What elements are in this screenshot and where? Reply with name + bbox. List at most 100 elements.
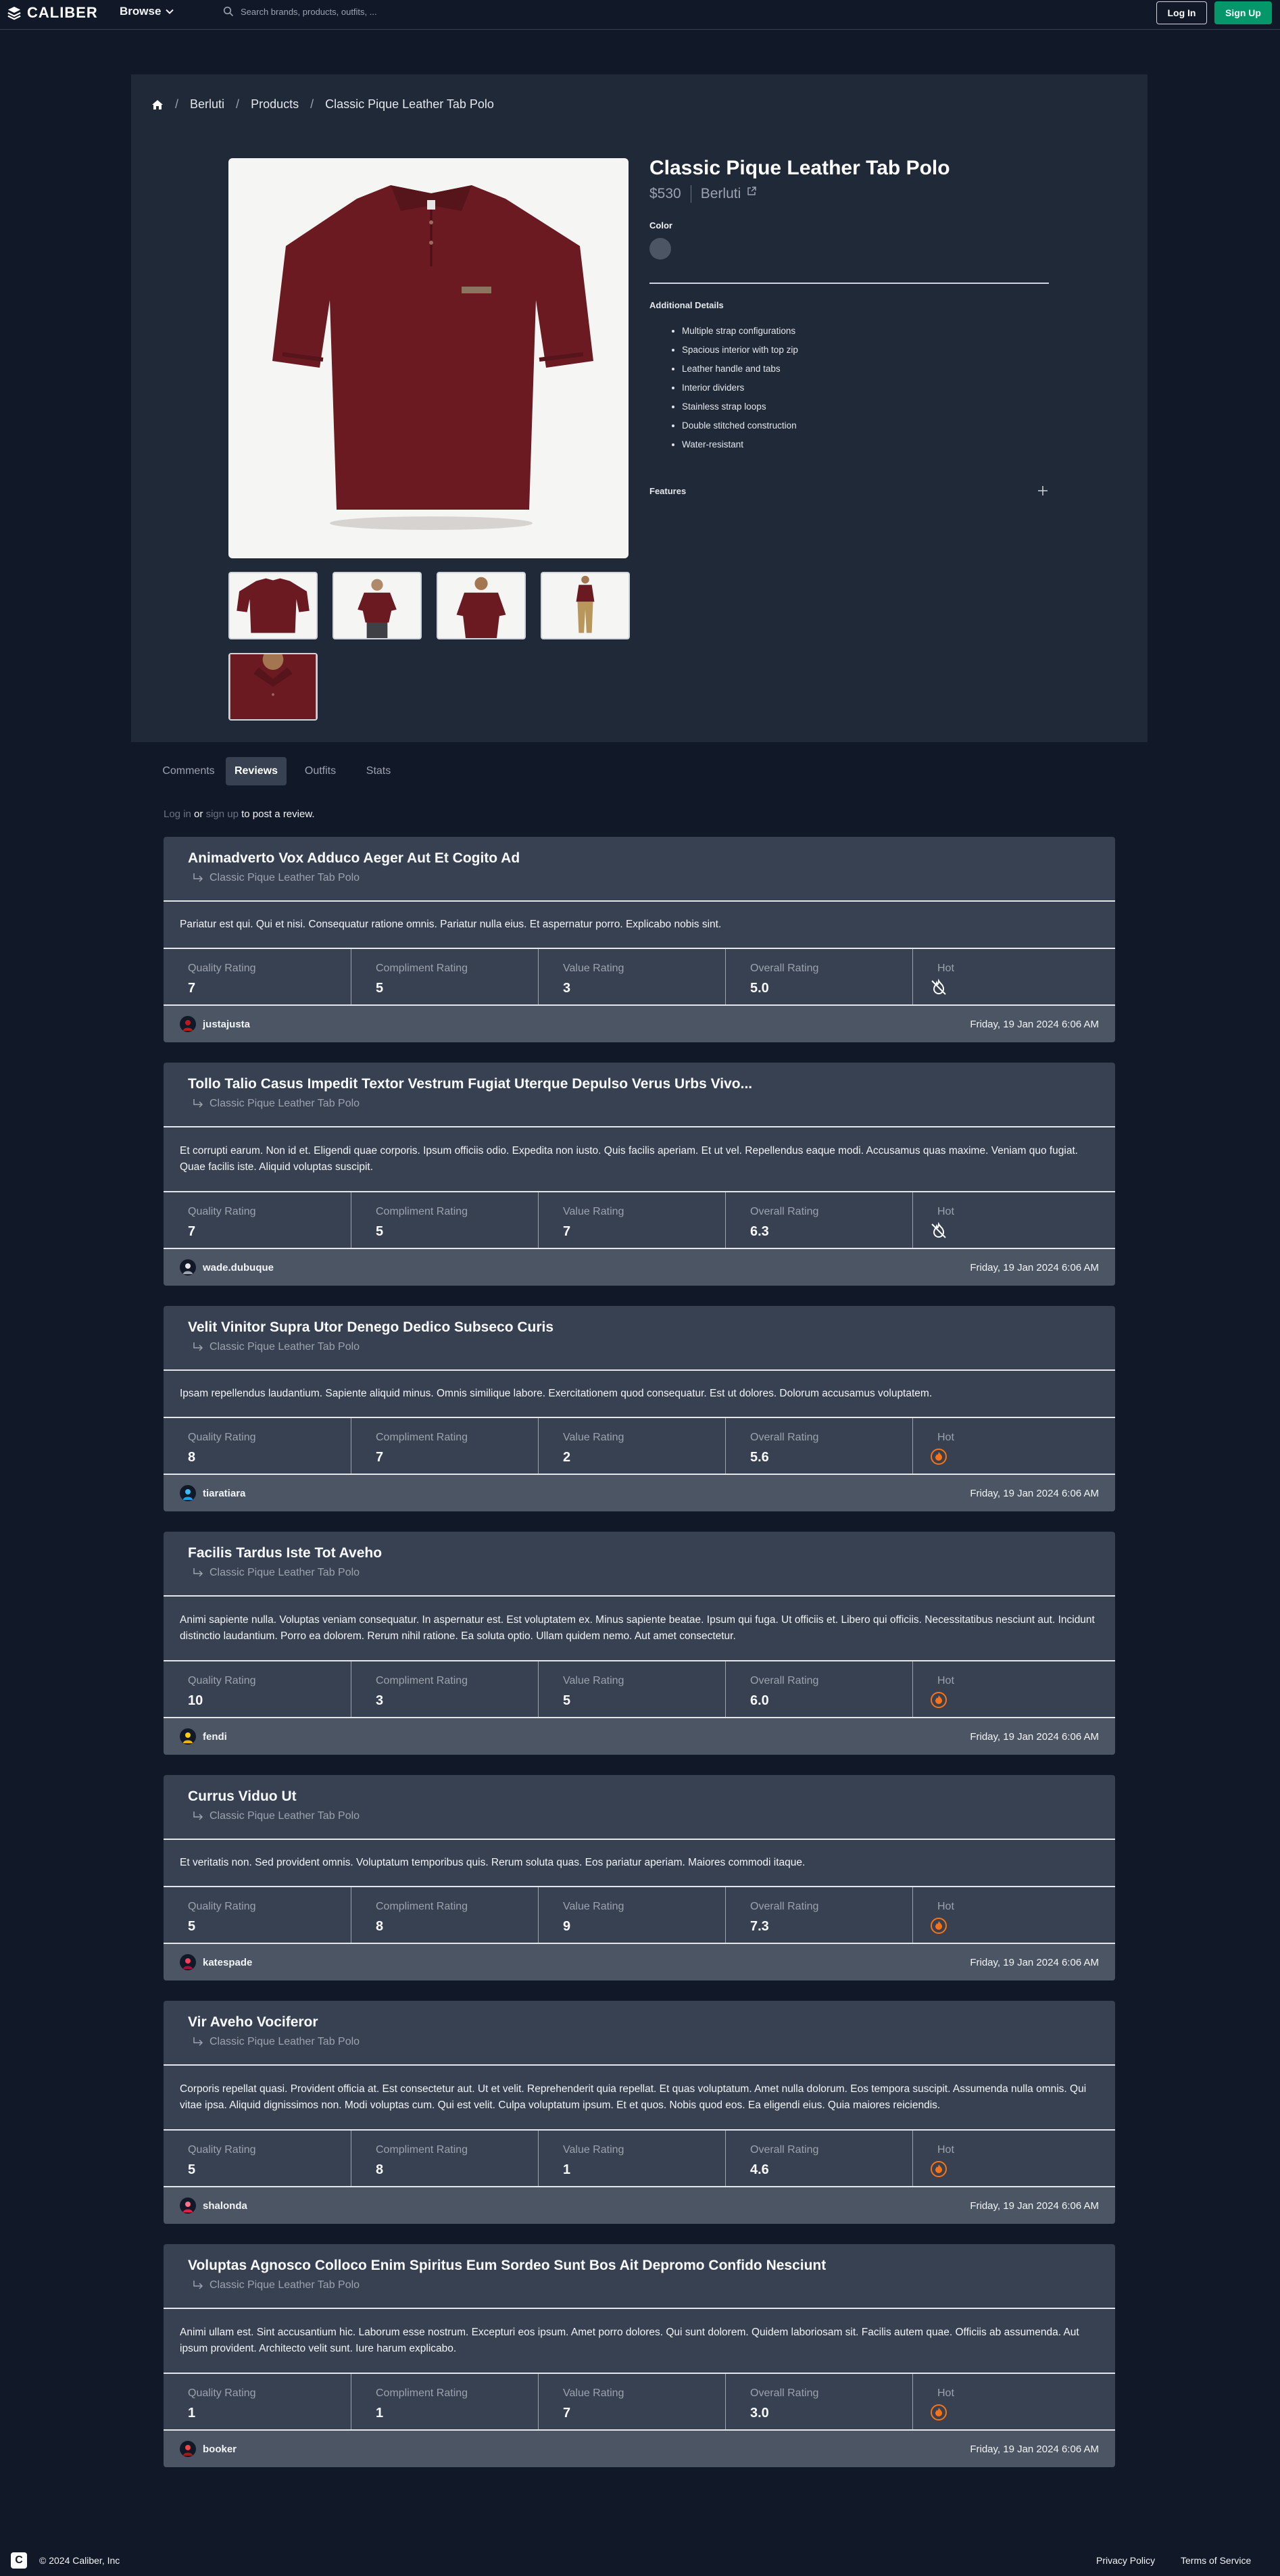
hot-rating: Hot <box>913 1418 1115 1474</box>
overall-rating: Overall Rating 3.0 <box>726 2374 913 2429</box>
quality-rating: Quality Rating 7 <box>164 1192 351 1248</box>
tab-comments[interactable]: Comments <box>151 757 226 785</box>
review-author-name: tiaratiara <box>203 1487 246 1499</box>
review-product-ref[interactable]: Classic Pique Leather Tab Polo <box>192 1567 360 1579</box>
footer-logo[interactable]: C <box>11 2552 27 2569</box>
tab-outfits[interactable]: Outfits <box>287 757 354 785</box>
compliment-rating: Compliment Rating 3 <box>351 1661 539 1717</box>
review-author[interactable]: wade.dubuque <box>180 1259 274 1275</box>
signup-link[interactable]: sign up <box>206 808 239 820</box>
review-card: Velit Vinitor Supra Utor Denego Dedico S… <box>164 1306 1115 1511</box>
review-product-name: Classic Pique Leather Tab Polo <box>210 2279 360 2291</box>
review-title[interactable]: Velit Vinitor Supra Utor Denego Dedico S… <box>188 1319 553 1336</box>
review-author[interactable]: justajusta <box>180 1016 250 1032</box>
not-hot-icon[interactable] <box>930 979 947 996</box>
copyright: © 2024 Caliber, Inc <box>39 2555 120 2566</box>
terms-of-service-link[interactable]: Terms of Service <box>1181 2555 1251 2566</box>
reply-arrow-icon <box>193 1342 203 1351</box>
or-text: or <box>194 808 203 820</box>
review-card: Facilis Tardus Iste Tot Aveho Classic Pi… <box>164 1532 1115 1755</box>
reply-arrow-icon <box>193 1568 203 1577</box>
flame-icon[interactable] <box>930 1917 947 1935</box>
external-link-icon[interactable] <box>746 186 757 197</box>
search-input[interactable] <box>241 6 619 17</box>
review-title[interactable]: Voluptas Agnosco Colloco Enim Spiritus E… <box>188 2258 826 2274</box>
review-ratings: Quality Rating 5 Compliment Rating 8 Val… <box>164 2131 1115 2187</box>
review-product-ref[interactable]: Classic Pique Leather Tab Polo <box>192 2279 360 2291</box>
value-rating-value: 9 <box>563 1919 571 1934</box>
thumbnail-4[interactable] <box>541 572 630 639</box>
value-rating-label: Value Rating <box>563 2144 624 2156</box>
breadcrumb-brand[interactable]: Berluti <box>190 97 224 112</box>
value-rating-value: 2 <box>563 1450 571 1465</box>
thumbnail-2[interactable] <box>333 572 422 639</box>
browse-menu-button[interactable]: Browse <box>120 4 174 19</box>
quality-rating: Quality Rating 5 <box>164 1887 351 1943</box>
quality-rating: Quality Rating 5 <box>164 2131 351 2186</box>
review-ratings: Quality Rating 8 Compliment Rating 7 Val… <box>164 1418 1115 1475</box>
review-title[interactable]: Animadverto Vox Adduco Aeger Aut Et Cogi… <box>188 850 520 867</box>
signup-button[interactable]: Sign Up <box>1214 1 1272 24</box>
breadcrumb-products[interactable]: Products <box>251 97 299 112</box>
thumbnail-5[interactable] <box>228 653 318 721</box>
overall-rating-label: Overall Rating <box>750 2387 819 2399</box>
review-card: Currus Viduo Ut Classic Pique Leather Ta… <box>164 1775 1115 1980</box>
review-product-ref[interactable]: Classic Pique Leather Tab Polo <box>192 1098 360 1110</box>
review-product-ref[interactable]: Classic Pique Leather Tab Polo <box>192 1810 360 1822</box>
polo-front-thumbnail <box>237 578 310 633</box>
product-main-image[interactable] <box>228 158 629 558</box>
flame-icon[interactable] <box>930 1448 947 1465</box>
tab-reviews[interactable]: Reviews <box>226 757 287 785</box>
review-title[interactable]: Facilis Tardus Iste Tot Aveho <box>188 1545 382 1561</box>
login-link[interactable]: Log in <box>164 808 191 820</box>
features-accordion[interactable]: Features <box>649 483 1049 499</box>
flame-icon[interactable] <box>930 2160 947 2178</box>
review-product-ref[interactable]: Classic Pique Leather Tab Polo <box>192 1341 360 1353</box>
review-author[interactable]: tiaratiara <box>180 1485 245 1501</box>
compliment-rating-value: 1 <box>376 2406 384 2421</box>
review-author[interactable]: katespade <box>180 1954 252 1970</box>
top-nav: CALIBER Browse Log In Sign Up <box>0 0 1280 30</box>
product-title: Classic Pique Leather Tab Polo <box>649 157 950 179</box>
compliment-rating: Compliment Rating 8 <box>351 1887 539 1943</box>
review-title[interactable]: Currus Viduo Ut <box>188 1789 297 1805</box>
thumbnail-1[interactable] <box>228 572 318 639</box>
review-title[interactable]: Vir Aveho Vociferor <box>188 2014 318 2031</box>
review-author[interactable]: booker <box>180 2441 237 2457</box>
model-closeup-thumbnail <box>456 577 506 638</box>
value-rating-label: Value Rating <box>563 963 624 974</box>
thumbnail-3[interactable] <box>437 572 526 639</box>
flame-icon[interactable] <box>930 1691 947 1709</box>
review-body: Animi sapiente nulla. Voluptas veniam co… <box>164 1597 1115 1661</box>
flame-icon[interactable] <box>930 2404 947 2421</box>
review-author[interactable]: shalonda <box>180 2197 247 2214</box>
hot-rating: Hot <box>913 949 1115 1004</box>
review-author[interactable]: fendi <box>180 1728 227 1745</box>
review-header: Tollo Talio Casus Impedit Textor Vestrum… <box>164 1063 1115 1127</box>
login-button[interactable]: Log In <box>1156 1 1207 24</box>
review-date: Friday, 19 Jan 2024 6:06 AM <box>970 1261 1099 1273</box>
tab-stats[interactable]: Stats <box>354 757 403 785</box>
breadcrumb-separator: / <box>236 97 240 111</box>
not-hot-icon[interactable] <box>930 1222 947 1240</box>
review-product-name: Classic Pique Leather Tab Polo <box>210 872 360 883</box>
product-brand-link[interactable]: Berluti <box>701 186 741 202</box>
review-author-name: fendi <box>203 1730 227 1743</box>
privacy-policy-link[interactable]: Privacy Policy <box>1096 2555 1155 2566</box>
home-icon[interactable] <box>151 99 164 111</box>
review-title[interactable]: Tollo Talio Casus Impedit Textor Vestrum… <box>188 1076 752 1092</box>
breadcrumb-current[interactable]: Classic Pique Leather Tab Polo <box>325 97 494 112</box>
brand-logo[interactable]: CALIBER <box>7 4 98 22</box>
breadcrumb-separator: / <box>310 97 314 111</box>
breadcrumb: / Berluti / Products / Classic Pique Lea… <box>151 97 494 112</box>
review-product-ref[interactable]: Classic Pique Leather Tab Polo <box>192 872 360 884</box>
color-swatch[interactable] <box>649 238 671 260</box>
overall-rating: Overall Rating 6.3 <box>726 1192 913 1248</box>
stack-logo-icon <box>7 6 21 20</box>
quality-rating-value: 8 <box>188 1450 196 1465</box>
quality-rating: Quality Rating 1 <box>164 2374 351 2429</box>
overall-rating-label: Overall Rating <box>750 2144 819 2156</box>
value-rating-label: Value Rating <box>563 1432 624 1443</box>
review-product-ref[interactable]: Classic Pique Leather Tab Polo <box>192 2036 360 2048</box>
compliment-rating-label: Compliment Rating <box>376 2387 468 2399</box>
